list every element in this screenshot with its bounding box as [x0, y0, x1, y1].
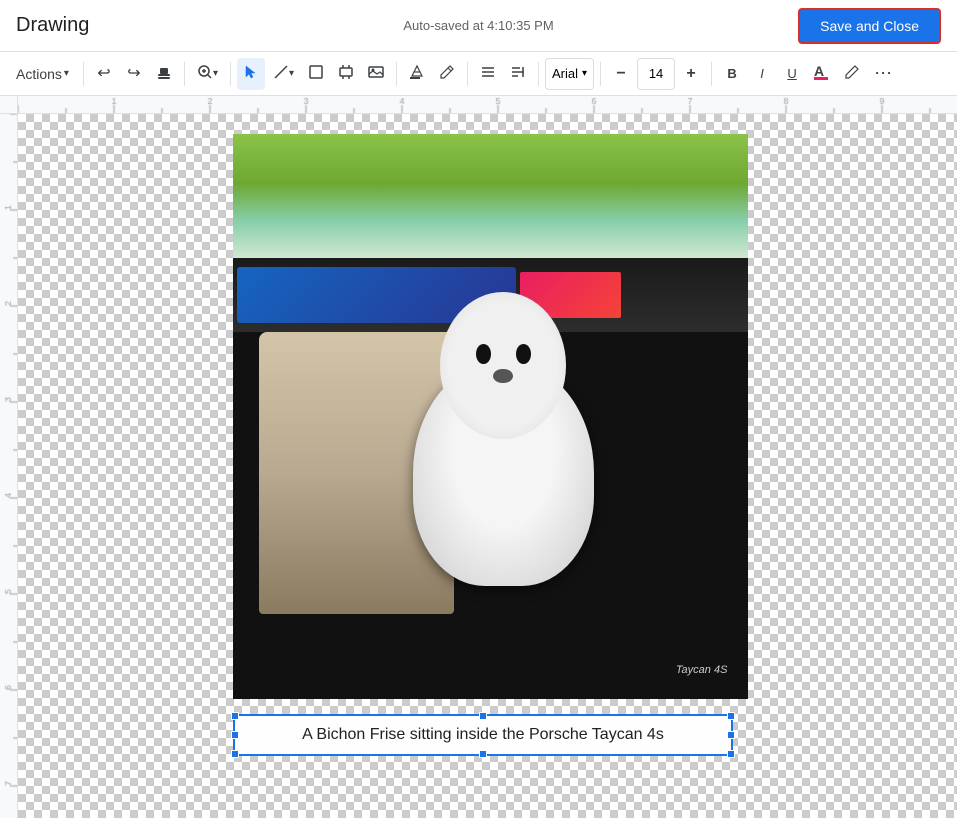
highlight-icon — [844, 64, 860, 83]
dog-head — [440, 292, 566, 439]
highlight-button[interactable] — [838, 58, 866, 90]
resize-handle-top-right[interactable] — [727, 712, 735, 720]
image-tool-button[interactable] — [362, 58, 390, 90]
fill-tool-button[interactable] — [403, 58, 431, 90]
zoom-caret-icon: ▾ — [213, 68, 218, 79]
canvas-area[interactable]: Taycan 4S A Bichon Frise sitting inside … — [0, 114, 957, 818]
font-family-caret-icon: ▾ — [582, 68, 587, 79]
text-color-button[interactable]: A — [808, 58, 836, 90]
zoom-icon — [197, 64, 213, 84]
undo-icon: ↩ — [97, 66, 110, 82]
font-size-decrease-button[interactable]: − — [607, 58, 635, 90]
underline-button[interactable]: U — [778, 58, 806, 90]
actions-menu-button[interactable]: Actions ▾ — [8, 58, 77, 90]
select-icon — [243, 64, 259, 84]
ruler-canvas — [18, 96, 957, 113]
dog-body — [413, 360, 593, 586]
inserted-image[interactable]: Taycan 4S — [233, 134, 748, 699]
text-caption-box[interactable]: A Bichon Frise sitting inside the Porsch… — [233, 714, 733, 756]
pen-tool-button[interactable] — [433, 58, 461, 90]
vertical-ruler-canvas — [0, 114, 18, 818]
font-family-label: Arial — [552, 66, 578, 81]
resize-handle-middle-right[interactable] — [727, 731, 735, 739]
pen-icon — [439, 64, 455, 84]
save-close-button[interactable]: Save and Close — [798, 8, 941, 44]
italic-icon: I — [760, 66, 764, 81]
underline-icon: U — [787, 66, 796, 81]
redo-icon: ↪ — [127, 66, 140, 82]
dog-nose — [493, 369, 513, 384]
shape-tool-button[interactable] — [302, 58, 330, 90]
zoom-button[interactable]: ▾ — [191, 58, 224, 90]
text-color-icon: A — [814, 63, 830, 84]
more-options-icon: ⋯ — [874, 63, 893, 84]
fill-icon — [409, 64, 425, 84]
distribute-icon — [510, 64, 526, 84]
stamp-button[interactable] — [150, 58, 178, 90]
actions-label: Actions — [16, 66, 62, 82]
svg-text:A: A — [814, 63, 824, 79]
line-caret-icon: ▾ — [289, 68, 294, 79]
resize-handle-bottom-center[interactable] — [479, 750, 487, 758]
text-caption: A Bichon Frise sitting inside the Porsch… — [302, 726, 664, 744]
bold-icon: B — [727, 66, 736, 81]
font-size-input[interactable] — [637, 58, 675, 90]
resize-handle-top-center[interactable] — [479, 712, 487, 720]
align-button[interactable] — [474, 58, 502, 90]
more-options-button[interactable]: ⋯ — [868, 58, 899, 90]
stamp-icon — [156, 64, 172, 84]
separator-3 — [230, 62, 231, 86]
dog-left-eye — [476, 344, 491, 365]
select-tool-button[interactable] — [237, 58, 265, 90]
horizontal-ruler — [0, 96, 957, 114]
resize-handle-bottom-left[interactable] — [231, 750, 239, 758]
dog-right-eye — [516, 344, 531, 365]
textbox-icon — [338, 64, 354, 84]
font-size-control: − + — [607, 58, 705, 90]
resize-handle-middle-left[interactable] — [231, 731, 239, 739]
ruler-corner — [0, 96, 18, 113]
autosave-status: Auto-saved at 4:10:35 PM — [403, 18, 553, 33]
drawing-canvas[interactable]: Taycan 4S A Bichon Frise sitting inside … — [18, 114, 957, 818]
separator-7 — [600, 62, 601, 86]
toolbar: Actions ▾ ↩ ↪ ▾ — [0, 52, 957, 96]
actions-caret-icon: ▾ — [64, 68, 69, 79]
header: Drawing Auto-saved at 4:10:35 PM Save an… — [0, 0, 957, 52]
redo-button[interactable]: ↪ — [120, 58, 148, 90]
font-family-selector[interactable]: Arial ▾ — [545, 58, 594, 90]
separator-1 — [83, 62, 84, 86]
align-icon — [480, 64, 496, 84]
bold-button[interactable]: B — [718, 58, 746, 90]
separator-4 — [396, 62, 397, 86]
image-icon — [368, 64, 384, 84]
ruler-marks — [18, 96, 957, 113]
line-icon — [273, 64, 289, 84]
undo-button[interactable]: ↩ — [90, 58, 118, 90]
font-size-increase-button[interactable]: + — [677, 58, 705, 90]
separator-8 — [711, 62, 712, 86]
line-tool-button[interactable]: ▾ — [267, 58, 300, 90]
taycan-badge: Taycan 4S — [676, 664, 728, 676]
vertical-ruler — [0, 114, 18, 818]
car-scene: Taycan 4S — [233, 134, 748, 699]
separator-6 — [538, 62, 539, 86]
textbox-tool-button[interactable] — [332, 58, 360, 90]
resize-handle-bottom-right[interactable] — [727, 750, 735, 758]
app-title: Drawing — [16, 14, 89, 37]
separator-5 — [467, 62, 468, 86]
windshield — [233, 134, 748, 258]
separator-2 — [184, 62, 185, 86]
italic-button[interactable]: I — [748, 58, 776, 90]
shape-icon — [308, 64, 324, 84]
resize-handle-top-left[interactable] — [231, 712, 239, 720]
distribute-button[interactable] — [504, 58, 532, 90]
